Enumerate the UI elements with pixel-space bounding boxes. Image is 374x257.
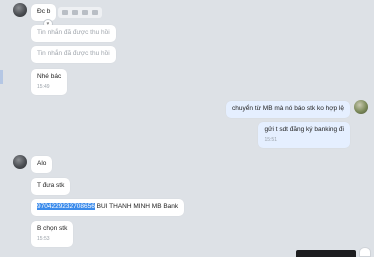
- message-text: BUI THANH MINH MB Bank: [94, 203, 179, 210]
- message-bubble[interactable]: Tin nhắn đã được thu hồi: [31, 25, 116, 42]
- message-text: B chọn stk: [37, 225, 68, 232]
- selected-account-number[interactable]: 9704229232708656: [37, 203, 95, 210]
- forward-icon[interactable]: [72, 10, 78, 15]
- contact-avatar[interactable]: [13, 155, 27, 169]
- message-bubble[interactable]: 9704229232708656 BUI THANH MINH MB Bank: [31, 199, 185, 216]
- message-text: Đc b: [37, 8, 51, 15]
- bottom-toolbar[interactable]: [296, 250, 356, 257]
- message-time: 15:49: [37, 83, 50, 90]
- message-hover-toolbar: [58, 7, 102, 18]
- message-bubble-sent[interactable]: chuyển từ MB mà nó báo stk ko hợp lệ: [226, 101, 350, 118]
- recalled-message-text: Tin nhắn đã được thu hồi: [37, 29, 110, 36]
- message-bubble[interactable]: B chọn stk 15:53: [31, 221, 74, 247]
- message-bubble-sent[interactable]: gửi t sdt đăng ký banking đi 15:51: [258, 122, 350, 148]
- recalled-message-text: Tin nhắn đã được thu hồi: [37, 50, 110, 57]
- message-text: gửi t sdt đăng ký banking đi: [264, 126, 344, 133]
- message-text: Alo: [37, 160, 47, 167]
- contact-avatar[interactable]: [13, 3, 27, 17]
- more-icon[interactable]: [82, 10, 88, 15]
- message-bubble[interactable]: T đưa stk: [31, 178, 71, 195]
- message-bubble[interactable]: Đc b: [31, 4, 57, 21]
- quote-icon[interactable]: [62, 10, 68, 15]
- message-text: chuyển từ MB mà nó báo stk ko hợp lệ: [232, 105, 344, 112]
- message-bubble[interactable]: Tin nhắn đã được thu hồi: [31, 46, 116, 63]
- message-time: 15:53: [37, 235, 50, 242]
- message-text: Nhé bác: [37, 73, 62, 80]
- message-time: 15:51: [264, 136, 277, 143]
- message-bubble[interactable]: Alo: [31, 156, 53, 173]
- message-bubble[interactable]: Nhé bác 15:49: [31, 69, 68, 95]
- scroll-down-icon[interactable]: [359, 247, 371, 257]
- divider-mark: [0, 70, 3, 84]
- ellipsis-icon[interactable]: [92, 10, 98, 15]
- message-text: T đưa stk: [37, 182, 65, 189]
- my-avatar[interactable]: [354, 100, 368, 114]
